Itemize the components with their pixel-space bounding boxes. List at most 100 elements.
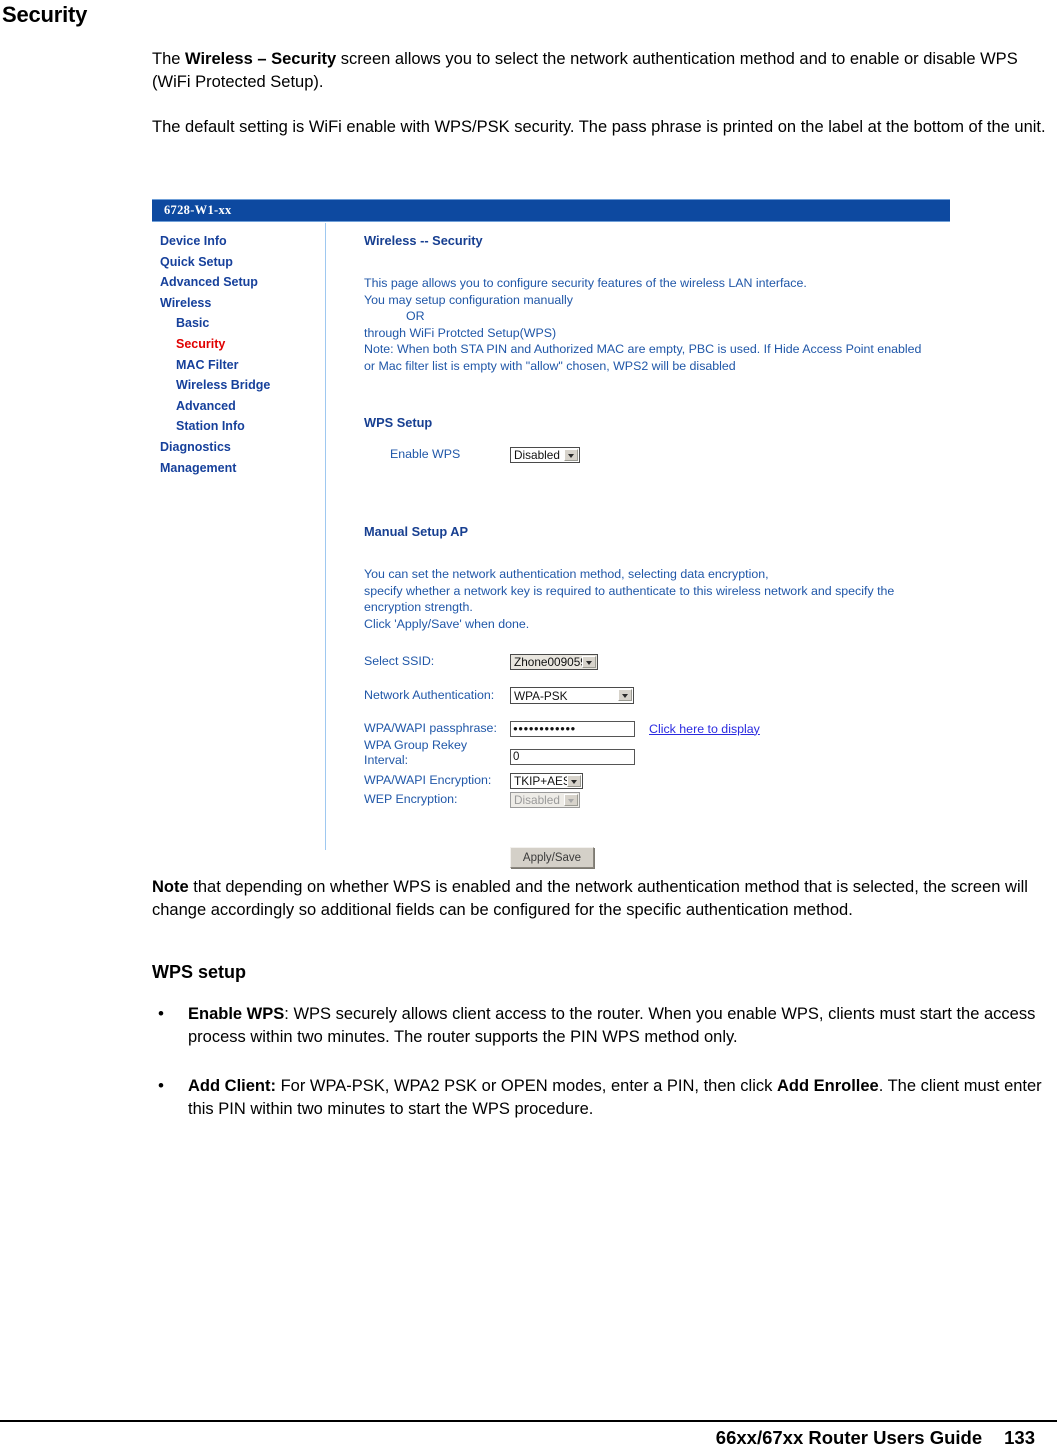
footer-page-number: 133: [1004, 1427, 1035, 1448]
chevron-down-icon: [567, 774, 581, 787]
wpa-encryption-value: TKIP+AES: [514, 773, 571, 788]
passphrase-value: ●●●●●●●●●●●●: [513, 724, 576, 733]
desc-line-3-or: OR: [406, 309, 425, 323]
manual-line-4: Click 'Apply/Save' when done.: [364, 616, 530, 631]
wps-setup-subheading: WPS setup: [152, 962, 247, 982]
intro-paragraph-2: The default setting is WiFi enable with …: [152, 118, 1046, 136]
select-ssid-select[interactable]: Zhone009059: [510, 653, 598, 670]
wep-encryption-select[interactable]: Disabled: [510, 791, 580, 808]
wep-encryption-row: WEP Encryption: Disabled: [364, 790, 950, 809]
router-titlebar-label: 6728-W1-xx: [164, 203, 232, 217]
network-authentication-select[interactable]: WPA-PSK: [510, 687, 634, 704]
enable-wps-select-value: Disabled: [514, 447, 560, 462]
wep-encryption-label: WEP Encryption:: [364, 792, 458, 806]
list-item: Add Client: For WPA-PSK, WPA2 PSK or OPE…: [152, 1074, 1050, 1121]
sidebar-item-wireless[interactable]: Wireless: [152, 293, 324, 314]
desc-line-4: through WiFi Protcted Setup(WPS): [364, 325, 557, 340]
passphrase-label: WPA/WAPI passphrase:: [364, 721, 497, 735]
intro-prose: The Wireless – Security screen allows yo…: [152, 48, 1050, 161]
chevron-down-icon: [564, 448, 578, 461]
enable-wps-select[interactable]: Disabled: [510, 446, 580, 463]
select-ssid-value: Zhone009059: [514, 654, 587, 669]
sidebar-item-security[interactable]: Security: [152, 334, 324, 355]
page-title: Security: [2, 2, 88, 27]
note-bold-lead: Note: [152, 878, 189, 896]
wpa-encryption-label: WPA/WAPI Encryption:: [364, 773, 492, 787]
sidebar-divider: [325, 223, 326, 850]
intro-p1-bold: Wireless – Security: [185, 50, 337, 68]
chevron-down-icon: [564, 793, 578, 806]
sidebar-item-diagnostics[interactable]: Diagnostics: [152, 437, 324, 458]
desc-line-2: You may setup configuration manually: [364, 292, 573, 307]
rekey-interval-label-block: WPA Group Rekey Interval:: [364, 738, 510, 768]
click-here-to-display-link[interactable]: Click here to display: [649, 722, 760, 736]
passphrase-row: WPA/WAPI passphrase: ●●●●●●●●●●●● Click …: [364, 719, 950, 738]
network-authentication-row: Network Authentication: WPA-PSK: [364, 685, 950, 706]
wep-encryption-value: Disabled: [514, 792, 560, 807]
manual-line-1: You can set the network authentication m…: [364, 567, 769, 581]
rekey-interval-value: 0: [513, 751, 520, 763]
note-paragraph: Note that depending on whether WPS is en…: [152, 876, 1050, 922]
rekey-interval-label-line1: WPA Group Rekey: [364, 738, 468, 752]
enable-wps-label: Enable WPS: [390, 447, 461, 461]
desc-line-1: This page allows you to configure securi…: [364, 276, 807, 290]
list-item: Enable WPS: WPS securely allows client a…: [152, 1002, 1050, 1049]
apply-save-button[interactable]: Apply/Save: [510, 847, 594, 868]
after-screenshot-prose: Note that depending on whether WPS is en…: [152, 876, 1050, 1147]
sidebar-item-device-info[interactable]: Device Info: [152, 231, 324, 252]
select-ssid-label: Select SSID:: [364, 654, 435, 668]
router-titlebar: 6728-W1-xx: [152, 199, 950, 222]
sidebar-item-management[interactable]: Management: [152, 458, 324, 479]
router-content-pane: Wireless -- Security This page allows yo…: [364, 232, 950, 868]
passphrase-input[interactable]: ●●●●●●●●●●●●: [510, 720, 635, 737]
sidebar-item-advanced[interactable]: Advanced: [152, 396, 324, 417]
network-authentication-label: Network Authentication:: [364, 688, 495, 702]
sidebar-item-wireless-bridge[interactable]: Wireless Bridge: [152, 375, 324, 396]
sidebar-item-advanced-setup[interactable]: Advanced Setup: [152, 272, 324, 293]
chevron-down-icon: [582, 655, 596, 668]
rekey-interval-input[interactable]: 0: [510, 749, 635, 765]
router-web-ui-screenshot: 6728-W1-xx Device Info Quick Setup Advan…: [152, 199, 952, 868]
footer: 66xx/67xx Router Users Guide 133: [716, 1427, 1035, 1449]
bullet-1-bold-lead: Enable WPS: [188, 1005, 285, 1023]
router-sidebar: Device Info Quick Setup Advanced Setup W…: [152, 231, 324, 478]
desc-line-5-note: Note: When both STA PIN and Authorized M…: [364, 342, 922, 356]
select-ssid-row: Select SSID: Zhone009059: [364, 651, 950, 672]
wpa-encryption-row: WPA/WAPI Encryption: TKIP+AES: [364, 771, 950, 790]
note-rest: that depending on whether WPS is enabled…: [152, 878, 1028, 919]
sidebar-item-mac-filter[interactable]: MAC Filter: [152, 355, 324, 376]
wpa-encryption-select[interactable]: TKIP+AES: [510, 772, 583, 789]
footer-divider: [0, 1420, 1057, 1422]
content-heading: Wireless -- Security: [364, 233, 483, 248]
network-authentication-value: WPA-PSK: [514, 688, 568, 703]
sidebar-item-quick-setup[interactable]: Quick Setup: [152, 252, 324, 273]
desc-line-6-note-cont: or Mac filter list is empty with "allow"…: [364, 358, 736, 373]
manual-setup-ap-heading: Manual Setup AP: [364, 524, 469, 539]
apply-save-row: Apply/Save: [364, 847, 950, 868]
bullet-2-bold-mid: Add Enrollee: [776, 1077, 879, 1095]
sidebar-item-basic[interactable]: Basic: [152, 313, 324, 334]
wps-setup-heading: WPS Setup: [364, 415, 433, 430]
rekey-interval-label-line2: Interval:: [364, 753, 409, 767]
intro-p1-pre: The: [152, 50, 186, 68]
manual-line-3: encryption strength.: [364, 600, 473, 614]
footer-title: 66xx/67xx Router Users Guide: [715, 1427, 983, 1448]
sidebar-item-station-info[interactable]: Station Info: [152, 416, 324, 437]
bullet-1-rest: : WPS securely allows client access to t…: [188, 1005, 1036, 1046]
chevron-down-icon: [618, 689, 632, 701]
rekey-interval-row: WPA Group Rekey Interval: 0: [364, 738, 950, 771]
bullet-2-bold-lead: Add Client:: [188, 1077, 276, 1095]
manual-line-2: specify whether a network key is require…: [364, 583, 895, 598]
enable-wps-row: Enable WPS Disabled: [364, 444, 950, 465]
intro-paragraph-1: The Wireless – Security screen allows yo…: [152, 48, 1050, 94]
wps-setup-bullet-list: Enable WPS: WPS securely allows client a…: [152, 1002, 1050, 1121]
